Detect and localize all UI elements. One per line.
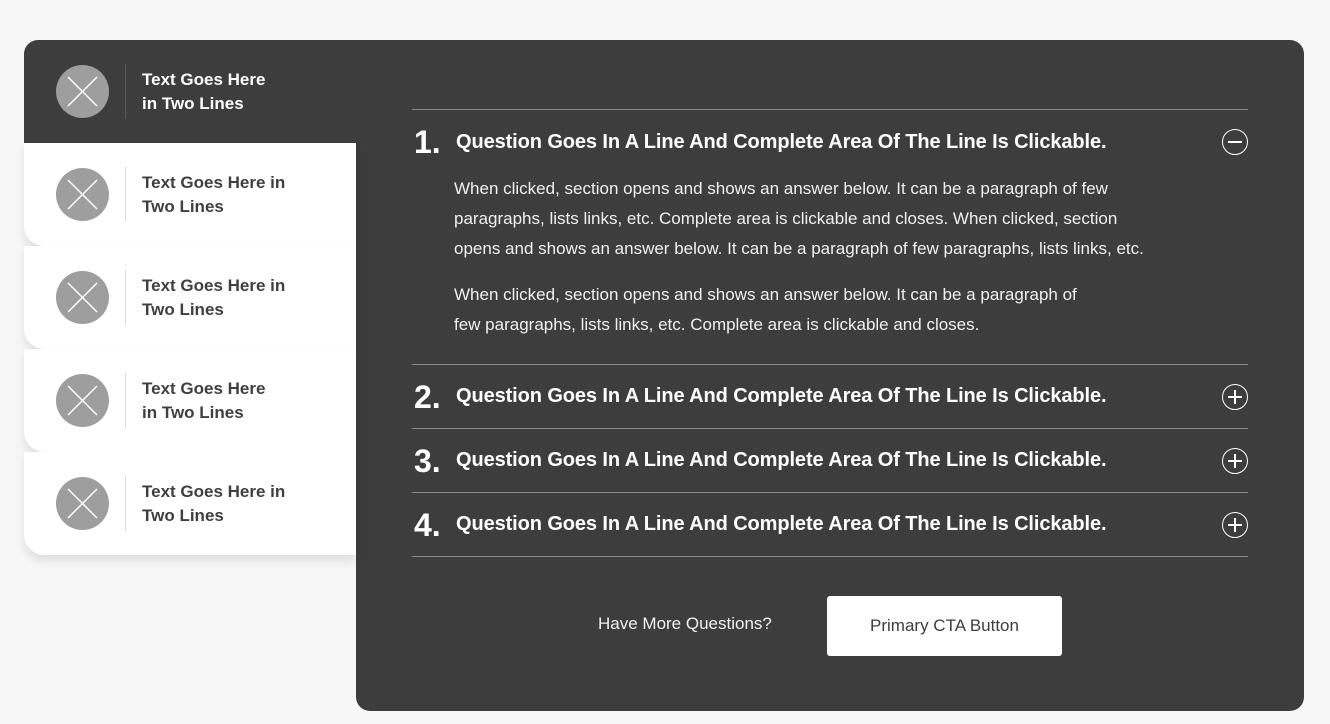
tab-divider [125, 270, 126, 325]
tab-label: Text Goes Here in Two Lines [142, 172, 286, 216]
tab-divider [125, 167, 126, 222]
question-number: 2. [414, 378, 441, 415]
tab-2[interactable]: Text Goes Here in Two Lines [24, 143, 356, 246]
more-questions-text: Have More Questions? [598, 614, 772, 633]
question-text: Question Goes In A Line And Complete Are… [456, 449, 1107, 471]
faq-accordion: 1. Question Goes In A Line And Complete … [412, 109, 1248, 557]
plus-circle-icon[interactable] [1222, 383, 1248, 410]
tab-label: Text Goes Here in Two Lines [142, 275, 286, 319]
tab-divider [125, 476, 126, 531]
question-number: 4. [414, 506, 441, 543]
tab-1[interactable]: Text Goes Here in Two Lines [24, 40, 356, 143]
tab-label: Text Goes Here in Two Lines [142, 69, 266, 113]
image-placeholder-icon [56, 374, 109, 427]
image-placeholder-icon [56, 65, 109, 118]
tab-label: Text Goes Here in Two Lines [142, 378, 266, 422]
tab-divider [125, 64, 126, 119]
faq-item-1: 1. Question Goes In A Line And Complete … [412, 110, 1248, 365]
image-placeholder-icon [56, 477, 109, 530]
image-placeholder-icon [56, 271, 109, 324]
faq-item-2: 2. Question Goes In A Line And Complete … [412, 365, 1248, 429]
question-text: Question Goes In A Line And Complete Are… [456, 130, 1107, 153]
faq-question-row-2[interactable]: 2. Question Goes In A Line And Complete … [412, 365, 1248, 428]
faq-item-4: 4. Question Goes In A Line And Complete … [412, 493, 1248, 557]
faq-question-row-1[interactable]: 1. Question Goes In A Line And Complete … [412, 110, 1248, 174]
faq-answer-1: When clicked, section opens and shows an… [412, 174, 1248, 364]
tab-5[interactable]: Text Goes Here in Two Lines [24, 452, 356, 555]
plus-circle-icon[interactable] [1222, 511, 1248, 538]
tab-3[interactable]: Text Goes Here in Two Lines [24, 246, 356, 349]
question-number: 3. [414, 442, 441, 479]
faq-question-row-3[interactable]: 3. Question Goes In A Line And Complete … [412, 429, 1248, 492]
tab-label: Text Goes Here in Two Lines [142, 481, 286, 525]
answer-paragraph: When clicked, section opens and shows an… [454, 179, 1144, 258]
question-text: Question Goes In A Line And Complete Are… [456, 385, 1107, 407]
question-text: Question Goes In A Line And Complete Are… [456, 513, 1107, 535]
minus-circle-icon[interactable] [1222, 129, 1248, 155]
faq-footer: Have More Questions? Primary CTA Button [356, 596, 1304, 656]
question-number: 1. [414, 124, 441, 160]
faq-item-3: 3. Question Goes In A Line And Complete … [412, 429, 1248, 493]
image-placeholder-icon [56, 168, 109, 221]
plus-circle-icon[interactable] [1222, 447, 1248, 474]
tab-4[interactable]: Text Goes Here in Two Lines [24, 349, 356, 452]
faq-question-row-4[interactable]: 4. Question Goes In A Line And Complete … [412, 493, 1248, 556]
primary-cta-button[interactable]: Primary CTA Button [827, 596, 1062, 656]
answer-paragraph: When clicked, section opens and shows an… [454, 285, 1077, 334]
tab-divider [125, 373, 126, 428]
